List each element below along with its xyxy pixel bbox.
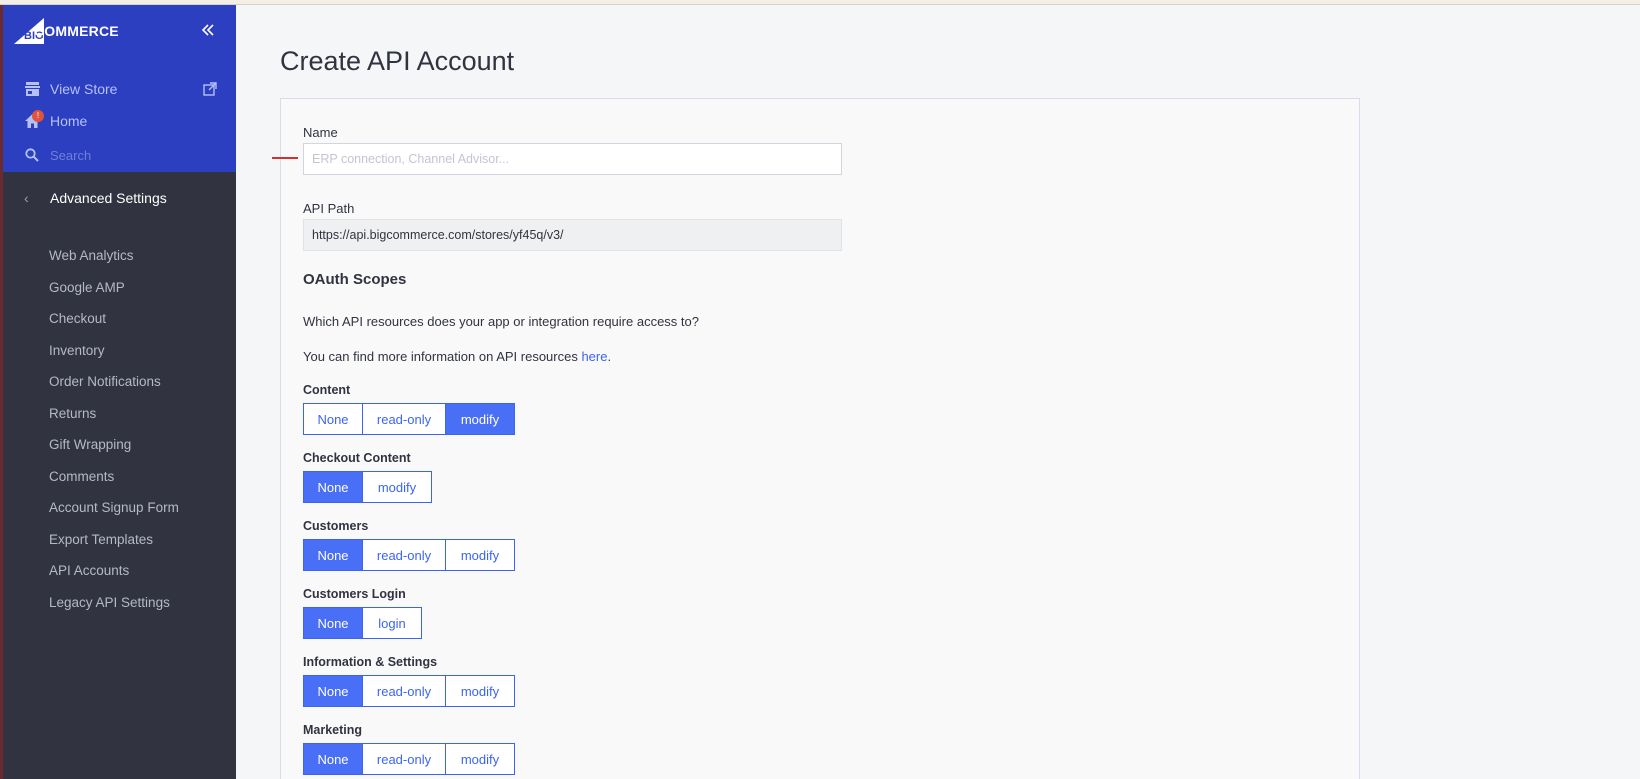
resources-help-link[interactable]: here [581,349,607,364]
oauth-info-suffix: . [607,349,612,364]
oauth-info: You can find more information on API res… [303,349,611,364]
sidebar-header: BIG COMMERCE View Store Home ! [0,0,236,172]
scope-checkout-content-modify-button[interactable]: modify [362,471,432,503]
scope-information-settings-none-button[interactable]: None [303,675,363,707]
sidebar-search[interactable] [24,144,210,166]
bigcommerce-logo[interactable]: BIG COMMERCE [14,18,119,44]
main-content: Create API Account Name API Path https:/… [236,0,1640,779]
scope-customers-login-none-button[interactable]: None [303,607,363,639]
scope-information-settings-modify-button[interactable]: modify [445,675,515,707]
scope-customers-toggle: None read-only modify [303,539,515,571]
sidebar-item-returns[interactable]: Returns [49,406,179,438]
scope-label-information-settings: Information & Settings [303,655,438,669]
name-label: Name [303,125,338,140]
scope-label-checkout-content: Checkout Content [303,451,411,465]
sidebar-item-account-signup-form[interactable]: Account Signup Form [49,500,179,532]
scope-marketing-read-only-button[interactable]: read-only [362,743,446,775]
chevron-left-icon: ‹ [24,190,29,206]
scope-label-customers-login: Customers Login [303,587,406,601]
scope-customers-modify-button[interactable]: modify [445,539,515,571]
api-account-form: Name API Path https://api.bigcommerce.co… [280,98,1360,779]
browser-top-strip [0,0,1640,5]
scope-information-settings-toggle: None read-only modify [303,675,515,707]
collapse-sidebar-icon[interactable] [200,22,220,42]
advanced-settings-back[interactable]: ‹ Advanced Settings [24,190,167,206]
search-icon [24,147,40,163]
logo-text: COMMERCE [34,23,119,39]
sidebar-search-input[interactable] [50,147,210,163]
view-store-link[interactable]: View Store [24,78,117,100]
oauth-info-text: You can find more information on API res… [303,349,582,364]
page-title: Create API Account [280,46,515,76]
view-store-label: View Store [50,81,118,97]
scope-label-content: Content [303,383,351,397]
sidebar-item-google-amp[interactable]: Google AMP [49,280,179,312]
sidebar-item-inventory[interactable]: Inventory [49,343,179,375]
oauth-question: Which API resources does your app or int… [303,314,699,329]
scope-checkout-content-none-button[interactable]: None [303,471,363,503]
scope-customers-login-toggle: None login [303,607,422,639]
notification-badge: ! [32,110,44,122]
scope-customers-read-only-button[interactable]: read-only [362,539,446,571]
api-path-field[interactable]: https://api.bigcommerce.com/stores/yf45q… [303,219,842,251]
scope-marketing-toggle: None read-only modify [303,743,515,775]
name-input[interactable] [303,143,842,175]
sidebar-item-order-notifications[interactable]: Order Notifications [49,374,179,406]
scope-marketing-modify-button[interactable]: modify [445,743,515,775]
scope-content-read-only-button[interactable]: read-only [362,403,446,435]
home-label: Home [50,113,88,129]
oauth-scopes-heading: OAuth Scopes [303,271,407,288]
store-icon [24,81,40,97]
sidebar-item-comments[interactable]: Comments [49,469,179,501]
scope-content-toggle: None read-only modify [303,403,515,435]
sidebar-item-web-analytics[interactable]: Web Analytics [49,248,179,280]
sidebar-item-export-templates[interactable]: Export Templates [49,532,179,564]
api-path-label: API Path [303,201,355,216]
sidebar-item-legacy-api-settings[interactable]: Legacy API Settings [49,595,179,627]
advanced-settings-nav: Web Analytics Google AMP Checkout Invent… [49,248,179,626]
required-field-marker [272,157,298,159]
external-link-icon[interactable] [203,82,217,96]
scope-information-settings-read-only-button[interactable]: read-only [362,675,446,707]
sidebar-item-gift-wrapping[interactable]: Gift Wrapping [49,437,179,469]
scope-customers-none-button[interactable]: None [303,539,363,571]
scope-content-none-button[interactable]: None [303,403,363,435]
scope-marketing-none-button[interactable]: None [303,743,363,775]
scope-label-customers: Customers [303,519,369,533]
sidebar-item-api-accounts[interactable]: API Accounts [49,563,179,595]
scope-content-modify-button[interactable]: modify [445,403,515,435]
sidebar-item-checkout[interactable]: Checkout [49,311,179,343]
window-edge [0,0,3,779]
scope-checkout-content-toggle: None modify [303,471,432,503]
advanced-settings-label: Advanced Settings [50,190,167,206]
sidebar: BIG COMMERCE View Store Home ! Search ‹ … [0,0,236,779]
scope-customers-login-login-button[interactable]: login [362,607,422,639]
scope-label-marketing: Marketing [303,723,363,737]
